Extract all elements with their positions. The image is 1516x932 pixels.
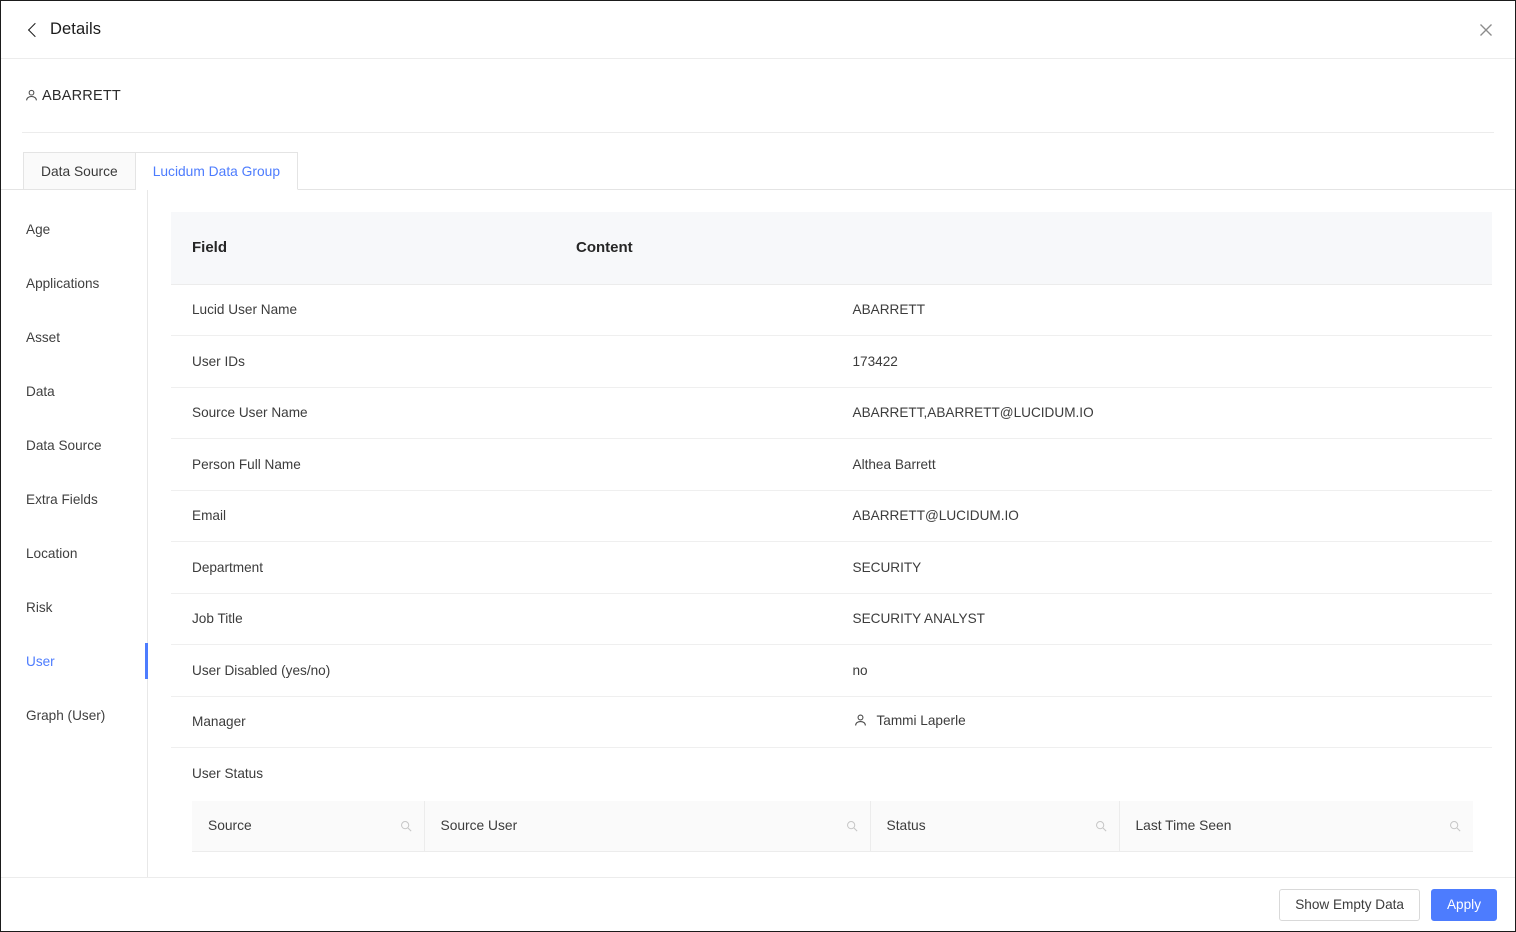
sidebar-item-data[interactable]: Data [1, 364, 147, 418]
details-panel: Details ABARRETT Data Source Lucidum Dat… [0, 0, 1516, 932]
entity-divider [22, 132, 1494, 133]
row-field: Manager [171, 696, 832, 748]
apply-button[interactable]: Apply [1430, 888, 1497, 921]
tab-data-source[interactable]: Data Source [23, 152, 136, 190]
back-button[interactable]: Details [27, 20, 102, 39]
row-field: Email [171, 490, 832, 542]
tab-label: Lucidum Data Group [152, 163, 281, 179]
sidebar-item-applications[interactable]: Applications [1, 256, 147, 310]
row-field: Person Full Name [171, 438, 832, 491]
sidebar-item-location[interactable]: Location [1, 526, 147, 580]
table-row: User Status [171, 748, 1492, 800]
search-icon[interactable] [1095, 820, 1107, 832]
sidebar-item-label: Risk [26, 599, 53, 615]
sidebar-item-label: Graph (User) [26, 707, 106, 723]
sidebar-item-label: User [26, 653, 55, 669]
search-icon[interactable] [400, 820, 412, 832]
row-field: Job Title [171, 593, 832, 645]
manager-name: Tammi Laperle [876, 712, 966, 728]
button-label: Apply [1446, 897, 1481, 912]
sidebar-item-age[interactable]: Age [1, 202, 147, 256]
row-content: SECURITY ANALYST [831, 593, 1492, 645]
row-content [832, 748, 1493, 800]
row-content: ABARRETT [831, 284, 1492, 336]
column-label: Last Time Seen [1135, 818, 1232, 834]
column-header-source[interactable]: Source [192, 801, 425, 852]
tab-lucidum-data-group[interactable]: Lucidum Data Group [135, 152, 299, 190]
column-header-status[interactable]: Status [870, 801, 1120, 852]
close-button[interactable] [1473, 17, 1499, 43]
sidebar-item-label: Age [26, 221, 51, 237]
detail-table: Field Content Lucid User Name ABARRETT Us… [171, 212, 1492, 799]
entity-name: ABARRETT [42, 87, 121, 104]
show-empty-data-button[interactable]: Show Empty Data [1279, 888, 1420, 921]
column-label: Source [208, 818, 252, 834]
column-label: Source User [440, 818, 518, 834]
column-header-content-label: Content [576, 239, 633, 257]
sidebar-item-user[interactable]: User [1, 634, 148, 688]
column-header-field: Field Content [171, 212, 1492, 285]
sidebar-item-label: Data [26, 383, 55, 399]
table-row: Person Full Name Althea Barrett [171, 438, 1492, 491]
person-icon [24, 88, 39, 103]
sidebar-item-label: Applications [26, 275, 100, 291]
chevron-left-icon [27, 22, 43, 38]
row-field: Department [171, 541, 832, 594]
row-content-manager: Tammi Laperle [831, 696, 1492, 748]
panel-body: Age Applications Asset Data Data Source … [1, 189, 1515, 877]
row-content: SECURITY [831, 541, 1492, 594]
nested-header-row: Source Source User Status Last Time Seen [192, 801, 1473, 852]
entity-identity: ABARRETT [24, 88, 121, 104]
main-content: Field Content Lucid User Name ABARRETT Us… [148, 190, 1515, 877]
sidebar-nav: Age Applications Asset Data Data Source … [1, 190, 148, 877]
column-header-source-user[interactable]: Source User [424, 801, 871, 852]
sidebar-item-label: Location [26, 545, 78, 561]
row-content: ABARRETT@LUCIDUM.IO [831, 490, 1492, 542]
row-field: User Status [192, 766, 264, 781]
row-content: no [831, 644, 1492, 697]
page-title: Details [50, 20, 102, 38]
table-row: User IDs 173422 [171, 335, 1492, 388]
entity-bar: ABARRETT [1, 59, 1515, 132]
column-header-field-label: Field [192, 239, 228, 257]
top-bar: Details [1, 1, 1515, 59]
row-content: ABARRETT,ABARRETT@LUCIDUM.IO [831, 387, 1492, 439]
sidebar-item-extra-fields[interactable]: Extra Fields [1, 472, 147, 526]
close-icon [1479, 23, 1493, 37]
table-row: User Disabled (yes/no) no [171, 644, 1492, 697]
table-row: Lucid User Name ABARRETT [171, 284, 1492, 336]
table-row: Job Title SECURITY ANALYST [171, 593, 1492, 645]
column-label: Status [886, 818, 926, 834]
row-field: User IDs [171, 335, 832, 388]
column-header-last-time-seen[interactable]: Last Time Seen [1119, 801, 1473, 852]
sidebar-item-data-source[interactable]: Data Source [1, 418, 147, 472]
row-content: Althea Barrett [831, 438, 1492, 491]
table-row: Manager Tammi Laperle [171, 696, 1492, 748]
sidebar-item-label: Data Source [26, 437, 102, 453]
footer-bar: Show Empty Data Apply [1, 877, 1515, 931]
sidebar-item-graph-user[interactable]: Graph (User) [1, 688, 147, 742]
search-icon[interactable] [1449, 820, 1461, 832]
sidebar-item-label: Asset [26, 329, 60, 345]
button-label: Show Empty Data [1295, 897, 1404, 912]
sidebar-item-asset[interactable]: Asset [1, 310, 147, 364]
user-status-table: Source Source User Status Last Time Seen [192, 801, 1473, 852]
table-row: Department SECURITY [171, 541, 1492, 594]
person-icon [853, 713, 868, 728]
search-icon[interactable] [846, 820, 858, 832]
table-row: Email ABARRETT@LUCIDUM.IO [171, 490, 1492, 542]
row-content: 173422 [831, 335, 1492, 388]
row-field: Lucid User Name [171, 284, 832, 336]
sidebar-item-risk[interactable]: Risk [1, 580, 147, 634]
user-status-table-wrap: Source Source User Status Last Time Seen [171, 801, 1492, 852]
table-header-row: Field Content [171, 212, 1492, 285]
tab-label: Data Source [41, 163, 118, 179]
row-field: User Disabled (yes/no) [171, 644, 832, 697]
row-field: Source User Name [171, 387, 832, 439]
table-row: Source User Name ABARRETT,ABARRETT@LUCID… [171, 387, 1492, 439]
tab-bar: Data Source Lucidum Data Group [1, 146, 1515, 190]
sidebar-item-label: Extra Fields [26, 491, 98, 507]
